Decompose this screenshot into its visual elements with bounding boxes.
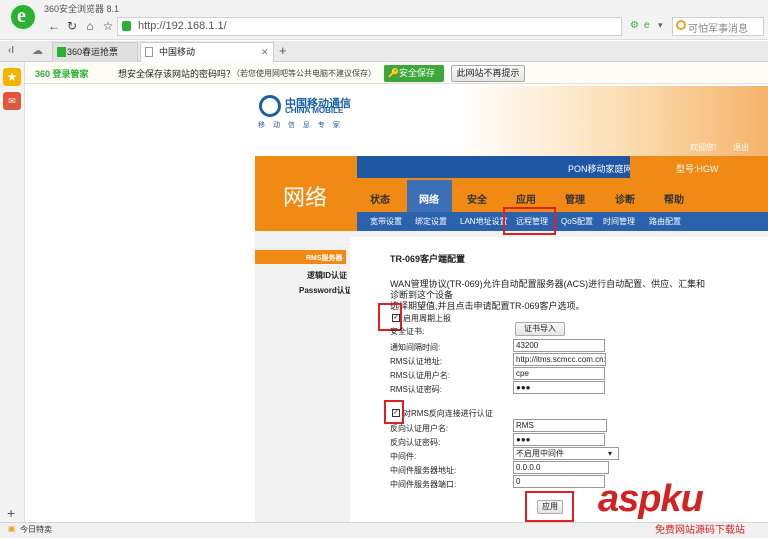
compat-icon[interactable]: ⚙ <box>630 20 639 31</box>
reverse-highlight-box <box>384 400 404 424</box>
mw-port-input[interactable]: 0 <box>513 475 605 488</box>
submenu-lan[interactable]: LAN地址设置 <box>460 216 508 227</box>
form-title: TR-069客户端配置 <box>390 254 466 264</box>
rms-user-input[interactable]: cpe <box>513 367 605 380</box>
mw-port-label: 中间件服务器端口: <box>390 480 457 489</box>
rev-pass-input[interactable]: ●●● <box>513 433 605 446</box>
app-name: 360安全浏览器 8.1 <box>44 4 120 14</box>
menu-help[interactable]: 帮助 <box>664 191 684 206</box>
page-icon <box>145 47 153 57</box>
rms-url-input[interactable]: http://itms.scmcc.com.cn: <box>513 353 606 366</box>
browser-logo[interactable]: e <box>8 2 38 32</box>
gift-icon[interactable]: ▣ <box>8 524 16 533</box>
mw-addr-label: 中间件服务器地址: <box>390 466 457 475</box>
menu-security[interactable]: 安全 <box>467 191 487 206</box>
left-nav-password[interactable]: Password认证 <box>299 285 353 296</box>
brand-slogan: 移 动 信 息 专 家 <box>258 122 343 129</box>
rev-user-label: 反向认证用户名: <box>390 424 449 433</box>
inform-interval-input[interactable]: 43200 <box>513 339 605 352</box>
periodic-label: 启用周期上报 <box>403 314 451 323</box>
menu-diagnosis[interactable]: 诊断 <box>615 191 635 206</box>
rms-user-label: RMS认证用户名: <box>390 371 450 380</box>
mw-addr-input[interactable]: 0.0.0.0 <box>513 461 609 474</box>
add-sidebar-icon[interactable]: + <box>7 505 15 521</box>
middleware-label: 中间件: <box>390 452 417 461</box>
save-question: 想安全保存该网站的密码吗？ <box>118 69 236 79</box>
submenu-binding[interactable]: 绑定设置 <box>415 216 447 227</box>
submenu-broadband[interactable]: 宽带设置 <box>370 216 402 227</box>
search-engine-icon[interactable] <box>676 20 686 30</box>
never-prompt-button[interactable]: 此网站不再提示 <box>451 65 525 82</box>
rms-pass-label: RMS认证密码: <box>390 385 442 394</box>
mail-icon[interactable]: ✉ <box>3 92 21 110</box>
save-hint: （若您使用网吧等公共电脑不建议保存） <box>232 69 376 78</box>
back-icon[interactable]: ← <box>46 18 62 34</box>
logout-link[interactable]: 退出 <box>733 142 749 153</box>
ie-icon[interactable]: e <box>644 20 650 31</box>
watermark-sub: 免费网站源码下载站 <box>655 525 745 536</box>
side-panel <box>0 62 25 522</box>
section-title: 网络 <box>283 185 328 210</box>
sidebar-toggle-icon[interactable]: ‹I <box>8 45 14 56</box>
rms-url-label: RMS认证地址: <box>390 357 442 366</box>
submenu-time[interactable]: 时间管理 <box>603 216 635 227</box>
left-nav-rms[interactable]: RMS服务器 <box>306 253 343 263</box>
remote-highlight-box <box>503 207 556 235</box>
apply-highlight-box <box>525 491 574 522</box>
home-icon[interactable]: ⌂ <box>82 18 98 34</box>
rms-pass-input[interactable]: ●●● <box>513 381 605 394</box>
submenu-route[interactable]: 路由配置 <box>649 216 681 227</box>
rev-user-input[interactable]: RMS <box>513 419 607 432</box>
tab-ticket[interactable]: 360春运抢票 <box>52 42 138 62</box>
menu-network[interactable]: 网络 <box>419 191 439 206</box>
cert-label: 安全证书: <box>390 327 425 336</box>
tab-china-mobile[interactable]: 中国移动 ✕ <box>140 42 274 62</box>
reload-icon[interactable]: ↻ <box>64 18 80 34</box>
cert-import-button[interactable]: 证书导入 <box>515 322 565 336</box>
left-nav-logic-id[interactable]: 逻辑ID认证 <box>307 270 347 281</box>
search-placeholder: 可怕军事消息 <box>688 24 748 35</box>
reverse-auth-label: 对RMS反向连接进行认证 <box>403 409 493 418</box>
menu-application[interactable]: 应用 <box>516 191 536 206</box>
star-icon[interactable]: ☆ <box>100 18 116 34</box>
model-text: 型号:HGW <box>676 164 719 174</box>
watermark-logo: aspku <box>598 478 704 520</box>
rev-pass-label: 反向认证密码: <box>390 438 441 447</box>
cloud-icon[interactable]: ☁ <box>32 44 43 57</box>
status-bar <box>0 522 768 538</box>
ticket-icon <box>57 47 66 57</box>
login-manager-brand: 360 登录管家 <box>35 69 89 79</box>
form-desc-3: 选择期望值,并且点击申请配置TR-069客户选项。 <box>390 301 585 311</box>
menu-management[interactable]: 管理 <box>565 191 585 206</box>
submenu-qos[interactable]: QoS配置 <box>561 216 593 227</box>
shield-icon <box>122 21 131 31</box>
new-tab-button[interactable]: + <box>279 43 287 58</box>
url-text[interactable]: http://192.168.1.1/ <box>138 20 227 32</box>
china-mobile-logo-icon <box>259 95 281 117</box>
welcome-text: 欢迎您! <box>690 143 717 152</box>
key-icon: 🔑 <box>388 68 400 78</box>
menu-status[interactable]: 状态 <box>370 191 390 206</box>
favorites-icon[interactable]: ★ <box>3 68 21 86</box>
today-deals-link[interactable]: 今日特卖 <box>20 524 52 535</box>
chevron-down-icon: ▾ <box>608 449 613 458</box>
safe-save-button[interactable]: 🔑 安全保存 <box>384 65 444 82</box>
dropdown-icon[interactable]: ▾ <box>658 20 663 31</box>
middleware-select[interactable]: 不启用中间件 ▾ <box>513 447 619 460</box>
brand-en: CHINA MOBILE <box>285 106 344 115</box>
inform-interval-label: 通知间隔时间: <box>390 343 441 352</box>
close-tab-icon[interactable]: ✕ <box>261 43 269 61</box>
